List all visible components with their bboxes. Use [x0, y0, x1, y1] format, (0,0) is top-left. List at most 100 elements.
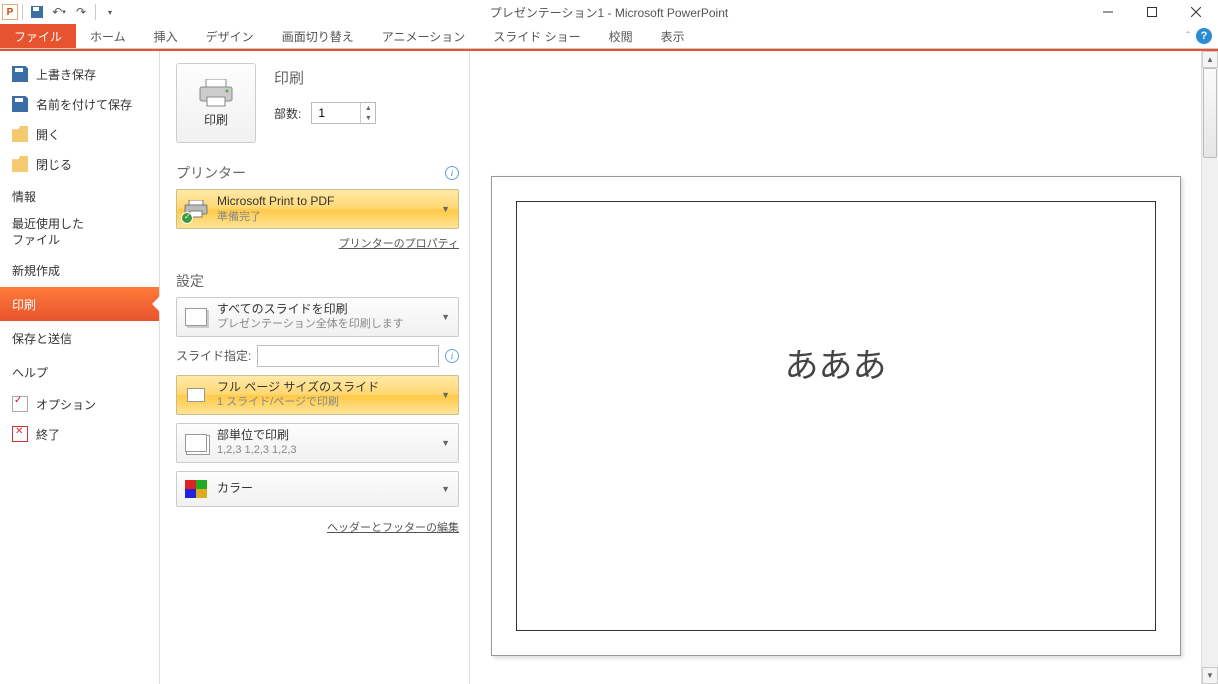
tab-design[interactable]: デザイン — [192, 24, 268, 48]
nav-label: 終了 — [36, 426, 60, 443]
settings-heading: 設定 — [176, 271, 204, 291]
preview-canvas: あああ — [470, 51, 1201, 684]
collate-icon — [185, 434, 207, 452]
backstage-view: 上書き保存 名前を付けて保存 開く 閉じる 情報 最近使用した ファイル 新規作… — [0, 51, 1218, 684]
print-settings-panel: 印刷 印刷 部数: ▲ ▼ プリンター i — [160, 51, 470, 684]
collate-dropdown[interactable]: 部単位で印刷 1,2,3 1,2,3 1,2,3 ▼ — [176, 423, 459, 463]
nav-label: 名前を付けて保存 — [36, 96, 132, 113]
spinner-down-icon[interactable]: ▼ — [361, 113, 375, 123]
preview-page: あああ — [491, 176, 1181, 656]
printer-heading: プリンター — [176, 163, 246, 183]
title-bar: P ↶▾ ↷ ▾ プレゼンテーション1 - Microsoft PowerPoi… — [0, 0, 1218, 24]
nav-new[interactable]: 新規作成 — [0, 253, 159, 287]
layout-dropdown[interactable]: フル ページ サイズのスライド 1 スライド/ページで印刷 ▼ — [176, 375, 459, 415]
nav-label: 開く — [36, 126, 60, 143]
printer-icon — [198, 79, 234, 107]
nav-close[interactable]: 閉じる — [0, 149, 159, 179]
nav-help[interactable]: ヘルプ — [0, 355, 159, 389]
collate-sub: 1,2,3 1,2,3 1,2,3 — [217, 443, 431, 457]
layout-sub: 1 スライド/ページで印刷 — [217, 395, 431, 409]
options-icon — [12, 396, 28, 412]
chevron-down-icon: ▼ — [439, 390, 452, 400]
qat-customize-icon[interactable]: ▾ — [100, 2, 120, 22]
nav-recent[interactable]: 最近使用した ファイル — [0, 213, 159, 253]
preview-slide: あああ — [516, 201, 1156, 631]
nav-label: 印刷 — [12, 296, 36, 313]
nav-print[interactable]: 印刷 — [0, 287, 159, 321]
help-icon[interactable]: ? — [1196, 28, 1212, 44]
copies-label: 部数: — [274, 105, 301, 122]
backstage-leftnav: 上書き保存 名前を付けて保存 開く 閉じる 情報 最近使用した ファイル 新規作… — [0, 51, 160, 684]
nav-label: 保存と送信 — [12, 330, 72, 347]
print-button[interactable]: 印刷 — [176, 63, 256, 143]
window-title: プレゼンテーション1 - Microsoft PowerPoint — [0, 4, 1218, 21]
tab-view[interactable]: 表示 — [647, 24, 699, 48]
nav-savesend[interactable]: 保存と送信 — [0, 321, 159, 355]
print-button-label: 印刷 — [204, 111, 228, 128]
undo-icon[interactable]: ↶▾ — [49, 2, 69, 22]
nav-label: オプション — [36, 396, 96, 413]
printer-name: Microsoft Print to PDF — [217, 194, 431, 210]
chevron-down-icon: ▼ — [439, 204, 452, 214]
scroll-down-icon[interactable]: ▼ — [1202, 667, 1218, 684]
page-icon — [187, 388, 205, 402]
nav-label: ヘルプ — [12, 364, 48, 381]
print-heading: 印刷 — [274, 67, 376, 88]
printer-properties-link[interactable]: プリンターのプロパティ — [339, 238, 459, 250]
tab-review[interactable]: 校閲 — [595, 24, 647, 48]
close-button[interactable] — [1174, 0, 1218, 24]
folder-open-icon — [12, 126, 28, 142]
header-footer-link[interactable]: ヘッダーとフッターの編集 — [327, 522, 459, 534]
slide-range-input[interactable] — [257, 345, 439, 367]
tab-slideshow[interactable]: スライド ショー — [479, 24, 594, 48]
print-range-sub: プレゼンテーション全体を印刷します — [217, 317, 431, 331]
copies-input[interactable] — [312, 103, 360, 123]
tab-animations[interactable]: アニメーション — [368, 24, 480, 48]
scroll-thumb[interactable] — [1203, 68, 1217, 158]
nav-label: 閉じる — [36, 156, 72, 173]
qat-separator — [95, 4, 96, 20]
status-ok-icon — [181, 212, 193, 224]
exit-icon — [12, 426, 28, 442]
chevron-down-icon: ▼ — [439, 484, 452, 494]
spinner-up-icon[interactable]: ▲ — [361, 103, 375, 113]
nav-label: 情報 — [12, 188, 36, 205]
print-range-dropdown[interactable]: すべてのスライドを印刷 プレゼンテーション全体を印刷します ▼ — [176, 297, 459, 337]
color-main: カラー — [217, 481, 431, 497]
printer-status: 準備完了 — [217, 210, 431, 224]
copies-spinner[interactable]: ▲ ▼ — [311, 102, 376, 124]
nav-label: 最近使用した ファイル — [12, 217, 84, 248]
nav-options[interactable]: オプション — [0, 389, 159, 419]
tab-transitions[interactable]: 画面切り替え — [268, 24, 368, 48]
app-icon: P — [2, 4, 18, 20]
redo-icon[interactable]: ↷ — [71, 2, 91, 22]
maximize-button[interactable] — [1130, 0, 1174, 24]
print-preview: あああ ▲ ▼ — [470, 51, 1218, 684]
qat-separator — [22, 4, 23, 20]
color-dropdown[interactable]: カラー ▼ — [176, 471, 459, 507]
save-icon[interactable] — [27, 2, 47, 22]
info-icon[interactable]: i — [445, 349, 459, 363]
color-icon — [185, 480, 207, 498]
tab-file[interactable]: ファイル — [0, 24, 76, 48]
ribbon-tabs: ファイル ホーム 挿入 デザイン 画面切り替え アニメーション スライド ショー… — [0, 24, 1218, 49]
nav-saveas[interactable]: 名前を付けて保存 — [0, 89, 159, 119]
nav-exit[interactable]: 終了 — [0, 419, 159, 449]
nav-open[interactable]: 開く — [0, 119, 159, 149]
minimize-button[interactable] — [1086, 0, 1130, 24]
printer-dropdown[interactable]: Microsoft Print to PDF 準備完了 ▼ — [176, 189, 459, 229]
minimize-ribbon-icon[interactable]: ˆ — [1187, 31, 1190, 42]
nav-info[interactable]: 情報 — [0, 179, 159, 213]
folder-close-icon — [12, 156, 28, 172]
vertical-scrollbar[interactable]: ▲ ▼ — [1201, 51, 1218, 684]
layout-main: フル ページ サイズのスライド — [217, 380, 431, 396]
scroll-up-icon[interactable]: ▲ — [1202, 51, 1218, 68]
collate-main: 部単位で印刷 — [217, 428, 431, 444]
tab-home[interactable]: ホーム — [76, 24, 140, 48]
chevron-down-icon: ▼ — [439, 438, 452, 448]
slides-icon — [185, 308, 207, 326]
nav-save[interactable]: 上書き保存 — [0, 59, 159, 89]
tab-insert[interactable]: 挿入 — [140, 24, 192, 48]
info-icon[interactable]: i — [445, 166, 459, 180]
print-range-main: すべてのスライドを印刷 — [217, 302, 431, 318]
